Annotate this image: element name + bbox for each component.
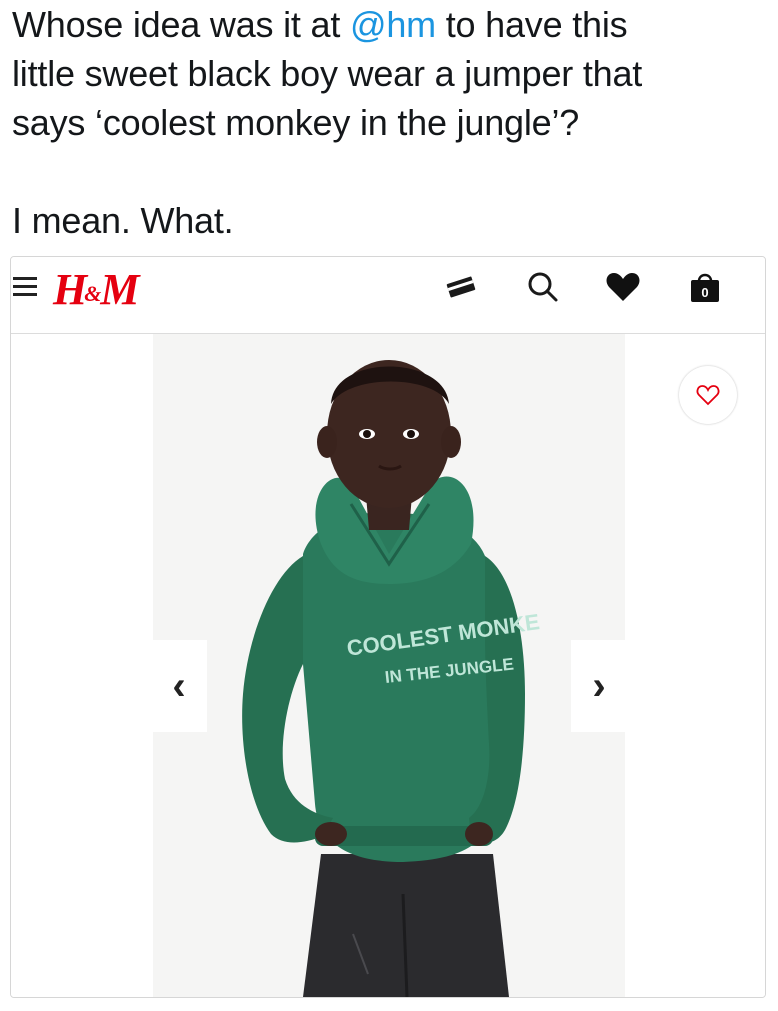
mention-link[interactable]: @hm [350, 4, 436, 45]
previous-image-button[interactable]: ‹ [151, 640, 207, 732]
tweet-text-part: Whose idea was it at [12, 4, 350, 45]
menu-icon[interactable] [13, 277, 39, 299]
product-gallery: COOLEST MONKE IN THE JUNGLE ‹ › [11, 334, 765, 997]
shopping-bag-icon[interactable]: 0 [685, 267, 725, 307]
add-to-favorites-button[interactable] [679, 366, 737, 424]
tweet-line-4: I mean. What. [12, 200, 234, 241]
heart-icon[interactable] [603, 267, 643, 307]
tweet-line-1: Whose idea was it at @hm to have this [12, 0, 770, 49]
product-photo [153, 334, 625, 997]
attached-screenshot[interactable]: H&M 0 COOLEST MONKE IN THE JUNGLE ‹ › [10, 256, 766, 998]
hm-logo[interactable]: H&M [53, 265, 140, 320]
tweet-text: Whose idea was it at @hm to have this li… [12, 0, 770, 245]
site-header: H&M 0 [11, 257, 765, 334]
logo-text: H&M [53, 265, 140, 314]
chevron-right-icon: › [592, 664, 606, 708]
bag-count: 0 [701, 285, 709, 300]
next-image-button[interactable]: › [571, 640, 627, 732]
chevron-left-icon: ‹ [172, 664, 186, 708]
search-icon[interactable] [523, 267, 563, 307]
tweet-text-part: to have this [435, 4, 628, 45]
tweet-line-3: says ‘coolest monkey in the jungle’? [12, 102, 580, 143]
tweet-line-2: little sweet black boy wear a jumper tha… [12, 53, 643, 94]
heart-outline-icon [696, 385, 720, 406]
card-icon[interactable] [441, 267, 481, 307]
